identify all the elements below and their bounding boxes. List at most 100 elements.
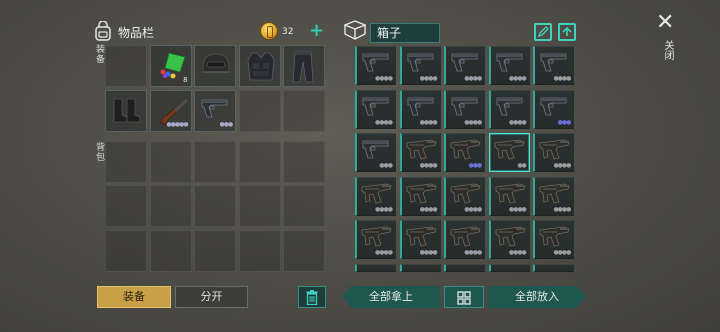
box-slot[interactable]: ●●●● — [488, 176, 530, 216]
inventory-header: 物品栏 32 + — [94, 20, 330, 44]
equip-slot[interactable] — [194, 45, 237, 87]
backpack-icon — [95, 21, 111, 41]
box-slot[interactable]: ●●● — [533, 89, 575, 129]
quality-dots: ●●● — [379, 162, 393, 170]
backpack-slot[interactable] — [283, 229, 326, 272]
split-button[interactable]: 分开 — [175, 286, 248, 308]
close-button[interactable]: ✕ — [656, 12, 674, 34]
box-slot[interactable]: ●●●● — [444, 46, 486, 85]
pistol-icon — [405, 49, 437, 75]
box-slot[interactable]: ●●●● — [488, 89, 530, 129]
box-slot[interactable]: ●●●● — [399, 133, 441, 173]
box-slot[interactable] — [355, 264, 396, 272]
helmet-icon — [199, 50, 233, 80]
backpack-slot[interactable] — [238, 185, 281, 228]
backpack-slot[interactable] — [149, 229, 192, 272]
pants-icon — [288, 50, 318, 84]
backpack-slot[interactable] — [105, 185, 147, 228]
quality-dots: ●●●● — [553, 162, 571, 170]
backpack-slot[interactable] — [194, 229, 237, 272]
box-slot[interactable]: ●●●● — [399, 220, 441, 260]
quality-dots: ●●●● — [508, 249, 527, 257]
quality-dots: ●●●● — [464, 75, 482, 82]
backpack-slot[interactable] — [149, 141, 192, 183]
box-slot[interactable]: ●●●● — [533, 176, 575, 216]
box-slot[interactable]: ●●●● — [444, 89, 486, 129]
box-slot[interactable] — [533, 264, 575, 272]
box-slot[interactable]: ●●●● — [355, 89, 396, 129]
item-count: 8 — [183, 76, 188, 84]
quality-dots: ●●● — [219, 121, 233, 128]
equip-slot[interactable] — [105, 45, 147, 87]
box-slot[interactable]: ●●●● — [488, 46, 530, 85]
box-slot[interactable] — [488, 264, 530, 272]
backpack-slot[interactable] — [105, 229, 147, 272]
box-slot[interactable]: ●●●● — [399, 46, 441, 85]
box-slot[interactable]: ●●●● — [355, 220, 396, 260]
equip-slot[interactable] — [283, 45, 326, 87]
box-slot[interactable]: ●●●● — [355, 176, 396, 216]
box-slot[interactable]: ●●●● — [399, 176, 441, 216]
equip-slot[interactable]: ●●●●● — [149, 90, 192, 132]
equip-slot[interactable] — [238, 45, 281, 87]
pistol-icon — [360, 93, 392, 119]
put-all-button[interactable]: 全部放入 — [488, 286, 586, 308]
upload-icon[interactable] — [558, 23, 576, 41]
vest-icon — [244, 50, 278, 82]
smg-icon — [449, 223, 483, 251]
trash-button[interactable] — [298, 286, 326, 308]
sort-button[interactable] — [444, 286, 484, 308]
equip-slot[interactable] — [105, 90, 147, 132]
smg-icon — [538, 223, 572, 251]
pistol-icon — [360, 136, 392, 162]
backpack-slot[interactable] — [238, 229, 281, 272]
quality-dots: ●●●● — [508, 205, 527, 213]
quality-dots: ●●●● — [553, 249, 571, 257]
take-all-button[interactable]: 全部拿上 — [342, 286, 440, 308]
pistol-icon — [494, 49, 526, 75]
close-label[interactable]: 关闭 — [660, 40, 675, 60]
box-slot[interactable]: ●●●● — [533, 133, 575, 173]
pistol-icon — [449, 49, 481, 75]
equip-tab-button[interactable]: 装备 — [97, 286, 171, 308]
box-slot[interactable]: ●●●● — [533, 46, 575, 85]
add-coins-button[interactable]: + — [309, 22, 324, 40]
box-slot[interactable]: ●● — [488, 133, 530, 173]
backpack-slot[interactable] — [105, 141, 147, 183]
box-slot[interactable]: ●●● — [355, 133, 396, 173]
box-slot[interactable] — [444, 264, 486, 272]
box-slot[interactable]: ●●●● — [488, 220, 530, 260]
backpack-slot[interactable] — [238, 141, 281, 183]
equip-slot[interactable]: ●●● — [194, 90, 237, 132]
backpack-slot[interactable] — [194, 185, 237, 228]
backpack-slot[interactable] — [149, 185, 192, 228]
quality-dots: ●●●● — [464, 205, 482, 213]
crate-icon — [344, 20, 366, 40]
box-slot[interactable]: ●●●● — [399, 89, 441, 129]
equip-slot[interactable] — [238, 90, 281, 132]
box-slot[interactable]: ●●● — [444, 133, 486, 173]
pistol-icon — [360, 49, 392, 75]
grid-sort-icon — [457, 291, 471, 305]
box-slot[interactable]: ●●●● — [355, 46, 396, 85]
box-slot[interactable]: ●●●● — [444, 176, 486, 216]
box-slot[interactable]: ●●●● — [444, 220, 486, 260]
equip-slot[interactable] — [283, 90, 326, 132]
quality-dots: ●●●● — [419, 118, 438, 126]
box-title: 箱子 — [370, 23, 440, 43]
boots-icon — [110, 95, 144, 125]
coin-icon — [260, 22, 278, 40]
box-slot[interactable] — [399, 264, 441, 272]
box-slot[interactable]: ●●●● — [533, 220, 575, 260]
backpack-slot[interactable] — [283, 185, 326, 228]
edit-icon[interactable] — [534, 23, 552, 41]
quality-dots: ●● — [517, 162, 527, 170]
quality-dots: ●●●● — [419, 75, 438, 82]
quality-dots: ●●●● — [419, 205, 438, 213]
smg-icon — [494, 180, 528, 208]
inventory-title: 物品栏 — [118, 26, 155, 40]
backpack-slot[interactable] — [283, 141, 326, 183]
equip-slot[interactable]: 8 — [149, 45, 192, 87]
backpack-slot[interactable] — [194, 141, 237, 183]
smg-icon — [538, 136, 572, 164]
